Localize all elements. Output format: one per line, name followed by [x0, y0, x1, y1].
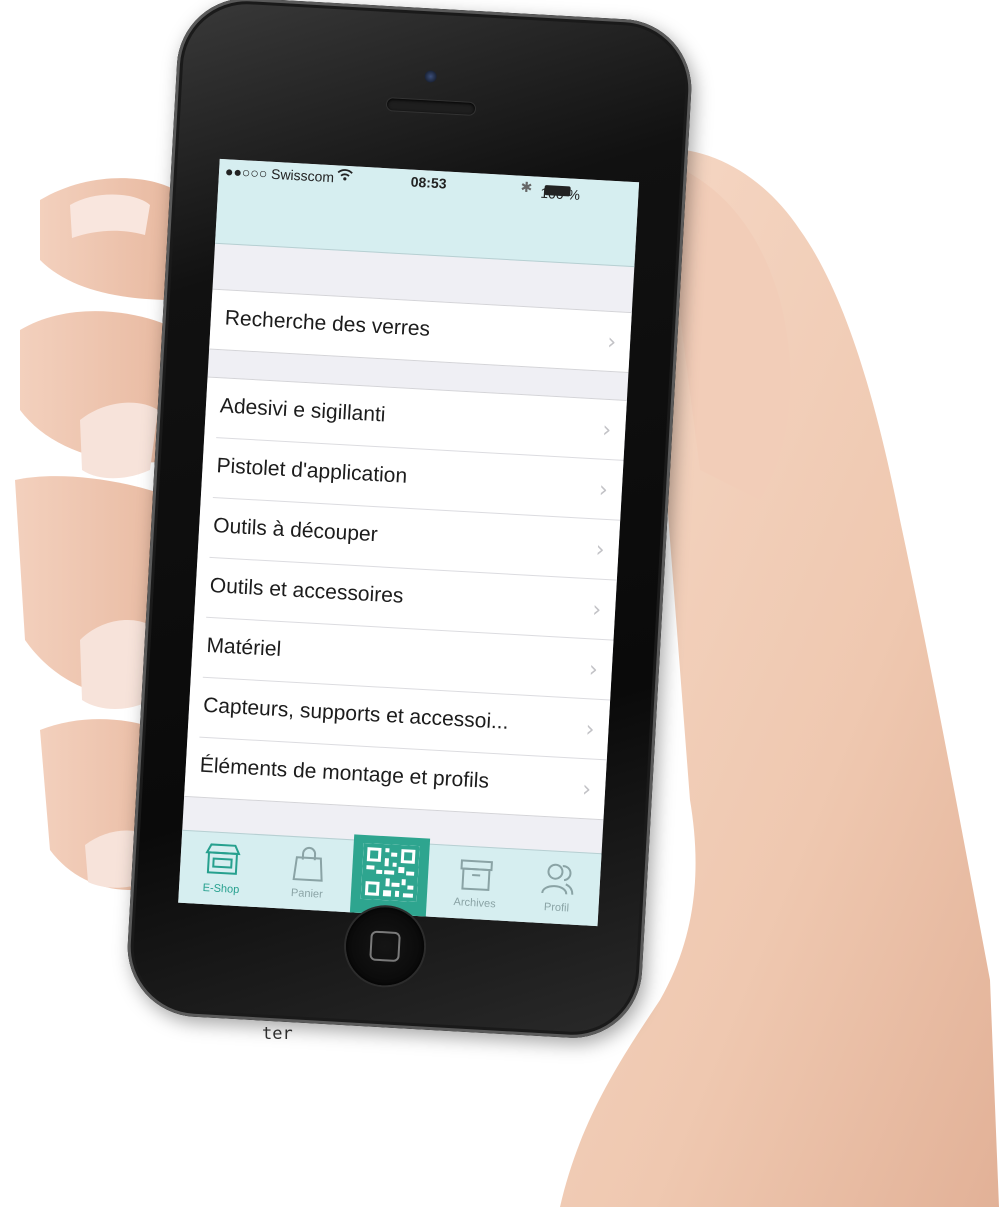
menu-row-label: Éléments de montage et profils — [199, 753, 490, 793]
tab-eshop[interactable]: E-Shop — [182, 831, 262, 908]
chevron-right-icon: › — [591, 597, 602, 623]
chevron-right-icon: › — [601, 417, 612, 444]
tab-label: Archives — [453, 896, 496, 911]
front-camera — [424, 70, 438, 83]
chevron-right-icon: › — [584, 717, 596, 743]
tab-scan[interactable] — [349, 834, 431, 918]
menu-row-label: Adesivi e sigillanti — [219, 394, 387, 427]
bluetooth-icon: ✱ — [520, 178, 533, 196]
menu-row-label: Pistolet d'application — [215, 454, 408, 488]
shop-icon — [205, 843, 241, 875]
chevron-right-icon: › — [581, 777, 592, 803]
status-bar: ●●○○○ Swisscom 08:53 ✱ 100 % — [218, 159, 639, 206]
carrier-label: ●●○○○ Swisscom — [224, 163, 335, 186]
tab-label: E-Shop — [202, 882, 240, 897]
phone-device: ●●○○○ Swisscom 08:53 ✱ 100 % — [123, 0, 696, 1042]
qr-code-icon — [360, 842, 420, 902]
archive-box-icon — [460, 859, 493, 892]
chevron-right-icon: › — [588, 657, 599, 683]
menu-row-recherche-des-verres[interactable]: Recherche des verres › — [221, 290, 632, 372]
home-button[interactable] — [343, 905, 427, 988]
bag-icon — [292, 846, 323, 882]
menu-row-label: Recherche des verres — [224, 306, 431, 341]
menu-section-categories: Adesivi e sigillanti › Pistolet d'applic… — [184, 376, 627, 821]
tab-profil[interactable]: Profil — [518, 850, 598, 926]
wifi-icon — [337, 167, 354, 185]
navigation-bar: ●●○○○ Swisscom 08:53 ✱ 100 % — [215, 158, 640, 268]
tab-panier[interactable]: Panier — [268, 836, 348, 913]
chevron-right-icon: › — [598, 477, 609, 504]
menu-row-label: Outils à découper — [212, 514, 379, 547]
home-square-icon — [369, 930, 401, 963]
tab-label: Panier — [290, 886, 324, 901]
profile-icon — [541, 863, 574, 895]
app-screen: ●●○○○ Swisscom 08:53 ✱ 100 % — [178, 158, 640, 927]
menu-row-label: Matériel — [205, 633, 282, 662]
chevron-right-icon: › — [606, 329, 617, 356]
battery-icon — [544, 185, 571, 197]
earpiece-speaker — [386, 98, 476, 116]
tab-archives[interactable]: Archives — [436, 845, 516, 922]
status-time: 08:53 — [410, 173, 447, 192]
menu-row-label: Capteurs, supports et accessoi... — [202, 693, 510, 734]
menu-row-label: Outils et accessoires — [209, 573, 405, 608]
chevron-right-icon: › — [594, 537, 606, 563]
tab-label: Profil — [543, 901, 570, 915]
photo-stage: t. s: ter — [0, 0, 999, 1207]
menu-section-search: Recherche des verres › — [209, 288, 632, 373]
